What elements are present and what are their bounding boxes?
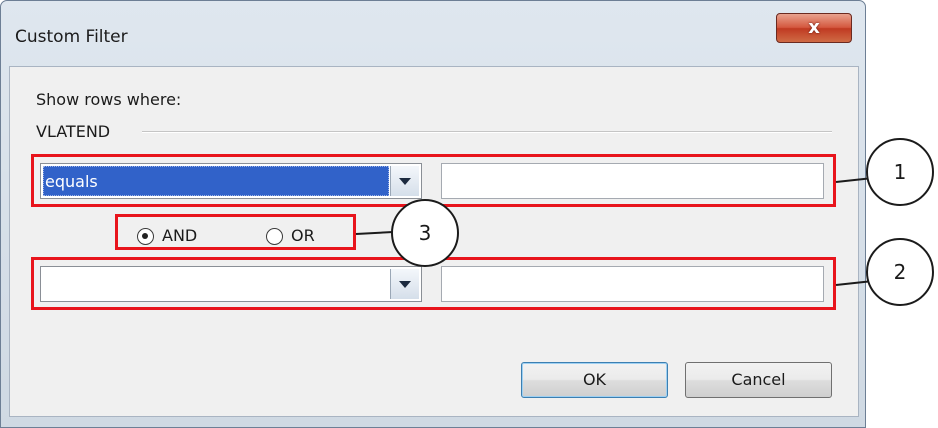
callout-2: 2 [866,238,934,306]
callout-1: 1 [866,138,934,206]
callout-leaders [355,177,874,286]
callout-3: 3 [391,199,459,267]
leader-line-3 [355,231,394,235]
